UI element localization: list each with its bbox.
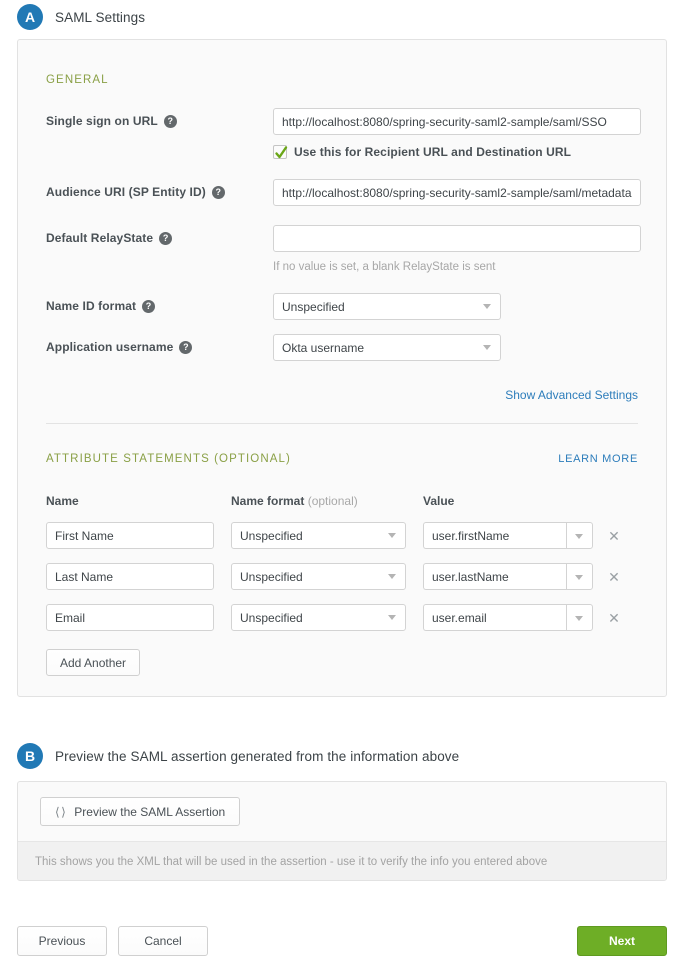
name-id-format-select[interactable]: Unspecified (273, 293, 501, 320)
chevron-down-icon (388, 574, 396, 579)
learn-more-link[interactable]: LEARN MORE (558, 453, 638, 465)
cancel-button[interactable]: Cancel (118, 926, 208, 956)
previous-button[interactable]: Previous (17, 926, 107, 956)
field-row-audience-uri: Audience URI (SP Entity ID) ? http://loc… (46, 179, 641, 206)
sso-url-input[interactable]: http://localhost:8080/spring-security-sa… (273, 108, 641, 135)
close-icon[interactable]: ✕ (608, 570, 620, 584)
table-row: Last Name Unspecified user.lastName ✕ (46, 563, 638, 590)
preview-saml-assertion-button[interactable]: ⟨ ⟩ Preview the SAML Assertion (40, 797, 241, 826)
application-username-label: Application username ? (46, 334, 273, 354)
preview-panel-body: ⟨ ⟩ Preview the SAML Assertion (18, 782, 666, 841)
chevron-down-icon (483, 304, 491, 309)
section-divider (46, 423, 638, 424)
attribute-value-dropdown-button[interactable] (566, 522, 593, 549)
attribute-value-dropdown-button[interactable] (566, 563, 593, 590)
table-row: Email Unspecified user.email ✕ (46, 604, 638, 631)
attribute-format-select[interactable]: Unspecified (231, 604, 406, 631)
question-icon[interactable]: ? (179, 340, 193, 354)
sso-url-label-text: Single sign on URL (46, 114, 158, 128)
section-b-title: Preview the SAML assertion generated fro… (55, 748, 460, 764)
attribute-format-select[interactable]: Unspecified (231, 522, 406, 549)
check-icon (275, 146, 288, 159)
name-id-format-value: Unspecified (282, 299, 345, 314)
saml-settings-page: A SAML Settings GENERAL Single sign on U… (0, 0, 684, 964)
column-header-name: Name (46, 494, 79, 508)
audience-uri-input[interactable]: http://localhost:8080/spring-security-sa… (273, 179, 641, 206)
section-b-header: B Preview the SAML assertion generated f… (0, 743, 684, 769)
close-icon[interactable]: ✕ (608, 611, 620, 625)
chevron-down-icon (388, 533, 396, 538)
default-relaystate-label: Default RelayState ? (46, 225, 273, 245)
audience-uri-label: Audience URI (SP Entity ID) ? (46, 179, 273, 199)
attribute-value-combo[interactable]: user.firstName (423, 522, 593, 549)
page-title: SAML Settings (55, 9, 146, 25)
add-another-button[interactable]: Add Another (46, 649, 141, 676)
attribute-format-value: Unspecified (240, 610, 303, 625)
question-icon[interactable]: ? (142, 299, 156, 313)
chevron-down-icon (483, 345, 491, 350)
saml-preview-panel: ⟨ ⟩ Preview the SAML Assertion This show… (17, 781, 667, 881)
sso-url-label: Single sign on URL ? (46, 108, 273, 128)
name-id-format-label-text: Name ID format (46, 299, 137, 313)
preview-panel-note: This shows you the XML that will be used… (18, 841, 666, 880)
question-icon[interactable]: ? (163, 114, 177, 128)
attribute-format-value: Unspecified (240, 528, 303, 543)
attribute-statements-header: ATTRIBUTE STATEMENTS (OPTIONAL) LEARN MO… (46, 453, 638, 465)
attribute-statements-title: ATTRIBUTE STATEMENTS (OPTIONAL) (46, 453, 291, 465)
question-icon[interactable]: ? (159, 231, 173, 245)
recipient-url-checkbox-row[interactable]: Use this for Recipient URL and Destinati… (273, 145, 641, 159)
default-relaystate-label-text: Default RelayState (46, 231, 154, 245)
attribute-value-dropdown-button[interactable] (566, 604, 593, 631)
column-header-name-format-text: Name format (231, 494, 305, 508)
field-row-default-relaystate: Default RelayState ? If no value is set,… (46, 225, 641, 273)
attribute-value-combo[interactable]: user.lastName (423, 563, 593, 590)
wizard-footer: Previous Cancel Next (17, 926, 667, 956)
audience-uri-label-text: Audience URI (SP Entity ID) (46, 185, 206, 199)
attribute-value-input[interactable]: user.firstName (423, 522, 566, 549)
next-button[interactable]: Next (577, 926, 667, 956)
chevron-down-icon (575, 575, 583, 580)
application-username-label-text: Application username (46, 340, 174, 354)
attribute-value-input[interactable]: user.email (423, 604, 566, 631)
attribute-name-input[interactable]: First Name (46, 522, 214, 549)
attribute-name-input[interactable]: Last Name (46, 563, 214, 590)
question-icon[interactable]: ? (211, 185, 225, 199)
section-a-header: A SAML Settings (0, 4, 684, 30)
attribute-value-combo[interactable]: user.email (423, 604, 593, 631)
preview-saml-assertion-label: Preview the SAML Assertion (74, 804, 226, 819)
column-header-value: Value (423, 494, 455, 508)
chevron-down-icon (388, 615, 396, 620)
chevron-down-icon (575, 534, 583, 539)
step-badge-b: B (17, 743, 43, 769)
general-group-label: GENERAL (46, 74, 109, 86)
attribute-name-input[interactable]: Email (46, 604, 214, 631)
column-header-name-format: Name format (optional) (231, 494, 423, 508)
field-row-application-username: Application username ? Okta username (46, 334, 638, 361)
application-username-select[interactable]: Okta username (273, 334, 501, 361)
default-relaystate-input[interactable] (273, 225, 641, 252)
field-row-sso-url: Single sign on URL ? http://localhost:80… (46, 108, 641, 159)
attribute-column-headers: Name Name format (optional) Value (46, 494, 638, 508)
saml-settings-panel: GENERAL Single sign on URL ? http://loca… (17, 39, 667, 697)
step-badge-a: A (17, 4, 43, 30)
attribute-value-input[interactable]: user.lastName (423, 563, 566, 590)
attribute-format-value: Unspecified (240, 569, 303, 584)
default-relaystate-hint: If no value is set, a blank RelayState i… (273, 261, 496, 273)
show-advanced-settings-link[interactable]: Show Advanced Settings (46, 388, 638, 402)
recipient-url-checkbox-label: Use this for Recipient URL and Destinati… (294, 145, 572, 159)
field-row-name-id-format: Name ID format ? Unspecified (46, 293, 638, 320)
code-brackets-icon: ⟨ ⟩ (55, 804, 66, 819)
close-icon[interactable]: ✕ (608, 529, 620, 543)
name-id-format-label: Name ID format ? (46, 293, 273, 313)
attribute-format-select[interactable]: Unspecified (231, 563, 406, 590)
chevron-down-icon (575, 616, 583, 621)
table-row: First Name Unspecified user.firstName ✕ (46, 522, 638, 549)
application-username-value: Okta username (282, 340, 365, 355)
column-header-name-format-optional: (optional) (307, 494, 358, 508)
recipient-url-checkbox[interactable] (273, 145, 288, 159)
